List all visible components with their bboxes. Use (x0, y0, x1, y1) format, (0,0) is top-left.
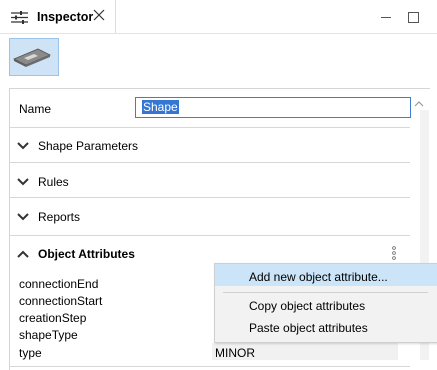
shape-thumbnail-icon (13, 48, 51, 67)
name-label: Name (19, 102, 52, 116)
attribute-name: type (19, 346, 42, 360)
section-shape-parameters[interactable]: Shape Parameters (38, 139, 138, 153)
maximize-icon[interactable] (408, 12, 419, 23)
tab-title: Inspector (37, 10, 94, 24)
divider (9, 197, 410, 198)
divider (9, 127, 410, 128)
divider (9, 162, 410, 163)
attribute-value[interactable]: MINOR (215, 346, 255, 360)
chevron-up-icon[interactable] (414, 100, 424, 108)
menu-item-copy-attributes[interactable]: Copy object attributes (249, 299, 365, 313)
attribute-name: connectionEnd (19, 277, 99, 291)
chevron-down-icon[interactable] (17, 142, 29, 150)
chevron-down-icon[interactable] (17, 213, 29, 221)
menu-item-label[interactable]: Add new object attribute... (249, 270, 388, 284)
chevron-down-icon[interactable] (17, 178, 29, 186)
attribute-name: shapeType (19, 328, 78, 342)
divider (9, 366, 410, 367)
menu-separator (223, 292, 428, 293)
name-input-value[interactable]: Shape (142, 100, 179, 114)
minimize-icon[interactable] (381, 17, 391, 18)
section-object-attributes[interactable]: Object Attributes (38, 247, 135, 261)
menu-item-paste-attributes[interactable]: Paste object attributes (249, 321, 368, 335)
close-icon[interactable] (93, 9, 105, 21)
sliders-icon (11, 11, 28, 24)
section-rules[interactable]: Rules (38, 175, 69, 189)
attribute-name: creationStep (19, 311, 87, 325)
divider (9, 235, 410, 236)
chevron-up-icon[interactable] (17, 250, 29, 258)
attribute-name: connectionStart (19, 294, 103, 308)
more-options-icon[interactable] (392, 246, 396, 260)
section-reports[interactable]: Reports (38, 210, 80, 224)
